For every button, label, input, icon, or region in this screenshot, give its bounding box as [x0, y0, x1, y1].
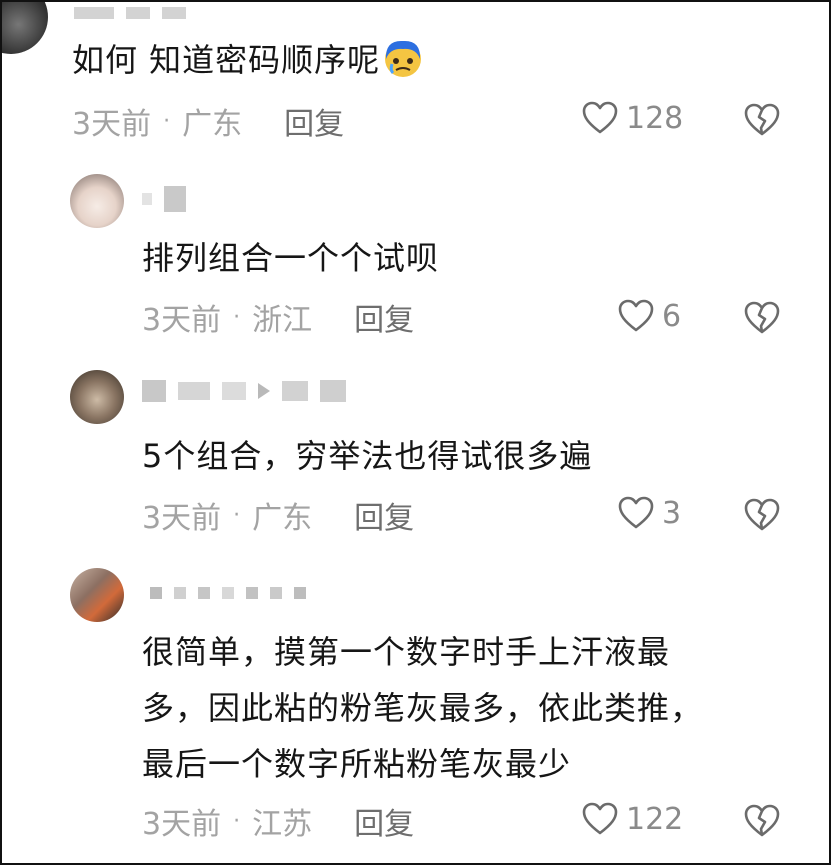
heart-outline-icon: [618, 299, 654, 332]
comment-thread: 如何 知道密码顺序呢 3天前 · 广东 回复 128 排列组合一个个试呗 3天前…: [0, 0, 831, 865]
reply-button[interactable]: 回复: [284, 99, 344, 143]
like-button[interactable]: 128: [580, 98, 683, 138]
like-count: 128: [626, 100, 684, 136]
heart-outline-icon: [582, 802, 618, 835]
comment-line: 很简单，摸第一个数字时手上汗液最: [142, 633, 671, 671]
avatar[interactable]: [2, 2, 48, 54]
comment-text: 如何 知道密码顺序呢: [72, 34, 424, 86]
separator-dot: ·: [233, 808, 241, 834]
username-obscured[interactable]: [142, 186, 186, 212]
username-obscured[interactable]: [142, 380, 346, 402]
like-count: 3: [662, 495, 682, 531]
broken-heart-icon: [744, 498, 780, 531]
reply-button[interactable]: 回复: [354, 493, 414, 537]
separator-dot: ·: [233, 502, 241, 528]
like-button[interactable]: 6: [616, 296, 681, 336]
comment-meta: 3天前 · 浙江 回复: [142, 296, 414, 338]
username-obscured[interactable]: [150, 582, 306, 604]
heart-outline-icon: [618, 496, 654, 529]
username-obscured[interactable]: [74, 2, 186, 24]
comment-location: 江苏: [252, 807, 313, 842]
dislike-button[interactable]: [742, 495, 782, 535]
comment-meta: 3天前 · 广东 回复: [72, 100, 344, 142]
comment-location: 广东: [182, 107, 243, 142]
comment-text: 排列组合一个个试呗: [142, 239, 440, 277]
reply-button[interactable]: 回复: [354, 295, 414, 339]
comment-time: 3天前: [142, 501, 222, 536]
broken-heart-icon: [744, 103, 780, 136]
broken-heart-icon: [744, 301, 780, 334]
comment-location: 广东: [252, 501, 313, 536]
avatar[interactable]: [70, 568, 124, 622]
dislike-button[interactable]: [742, 298, 782, 338]
like-count: 122: [626, 801, 684, 837]
separator-dot: ·: [163, 108, 171, 134]
dislike-button[interactable]: [742, 100, 782, 140]
heart-outline-icon: [582, 101, 618, 134]
comment-time: 3天前: [142, 303, 222, 338]
comment-line: 多，因此粘的粉笔灰最多，依此类推，: [142, 689, 704, 727]
reply-button[interactable]: 回复: [354, 799, 414, 843]
like-button[interactable]: 122: [580, 799, 683, 839]
like-count: 6: [662, 298, 682, 334]
comment-text: 5个组合，穷举法也得试很多遍: [142, 437, 593, 475]
crying-face-emoji: [382, 37, 424, 79]
avatar[interactable]: [70, 174, 124, 228]
dislike-button[interactable]: [742, 801, 782, 841]
comment-time: 3天前: [72, 107, 152, 142]
separator-dot: ·: [233, 304, 241, 330]
comment-location: 浙江: [252, 303, 313, 338]
like-button[interactable]: 3: [616, 493, 681, 533]
comment-meta: 3天前 · 广东 回复: [142, 494, 414, 536]
comment-meta: 3天前 · 江苏 回复: [142, 800, 414, 842]
comment-time: 3天前: [142, 807, 222, 842]
avatar[interactable]: [70, 370, 124, 424]
broken-heart-icon: [744, 804, 780, 837]
comment-text-multiline: 很简单，摸第一个数字时手上汗液最 多，因此粘的粉笔灰最多，依此类推， 最后一个数…: [142, 626, 704, 783]
comment-line: 最后一个数字所粘粉笔灰最少: [142, 745, 572, 783]
